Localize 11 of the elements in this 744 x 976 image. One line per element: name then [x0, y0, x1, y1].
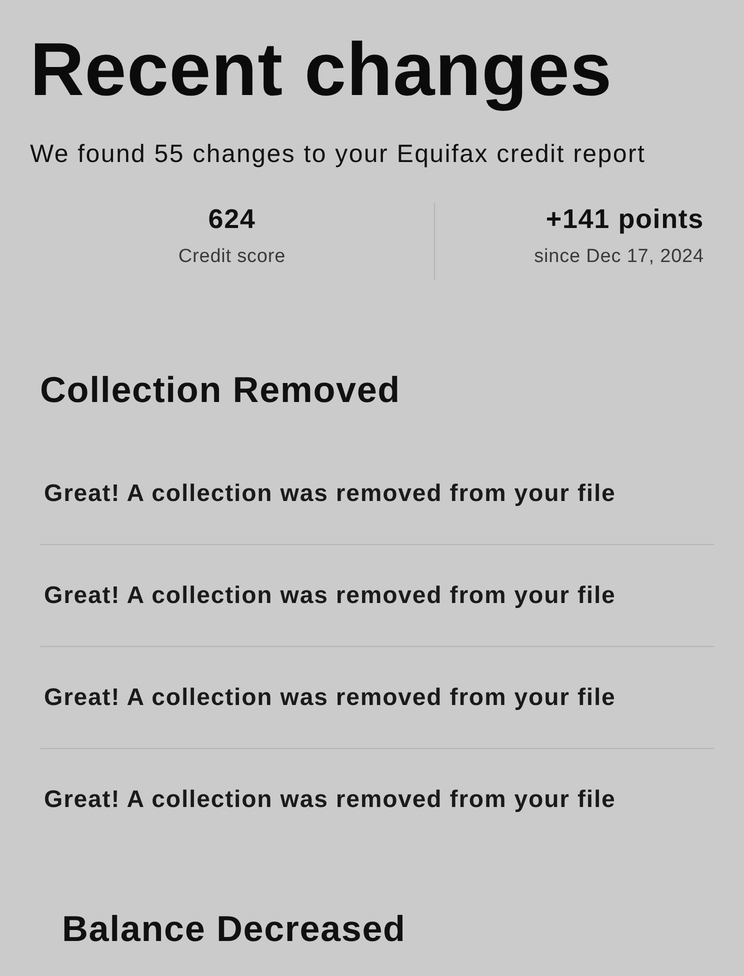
stat-label: since Dec 17, 2024 [533, 245, 704, 270]
stat-value: +141 points [544, 203, 704, 236]
change-item-text: Great! A collection was removed from your file [44, 478, 616, 509]
stat-label: Credit score [177, 245, 287, 270]
change-item-text: Great! A collection was removed from your file [44, 785, 616, 816]
change-item-text: Great! A collection was removed from your file [44, 580, 616, 611]
stat-value: 624 [207, 203, 257, 236]
section-heading: Balance Decreased [62, 907, 407, 950]
change-item-text: Great! A collection was removed from your file [44, 682, 616, 713]
section-heading: Collection Removed [40, 368, 402, 412]
subtitle-text: We found 55 changes to your Equifax credit report [30, 139, 647, 169]
